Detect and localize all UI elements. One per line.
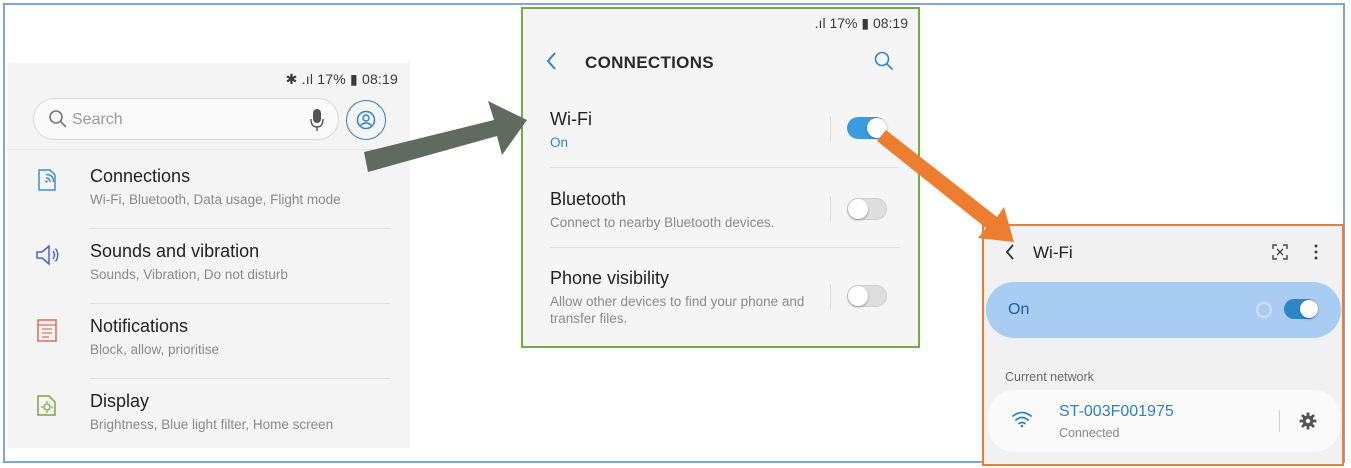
orange-arrow [877,130,1014,242]
annotation-arrows [364,101,1014,242]
dark-arrow [364,101,527,172]
